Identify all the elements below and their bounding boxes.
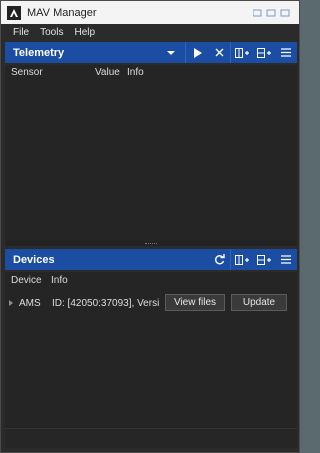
add-column-button[interactable] xyxy=(231,42,253,63)
panel-splitter[interactable] xyxy=(5,241,297,246)
app-logo-icon xyxy=(7,5,21,20)
menu-file[interactable]: File xyxy=(13,27,29,38)
devices-header: Devices xyxy=(5,249,297,270)
app-window: MAV Manager File Tools Help Telemetry Se… xyxy=(0,0,300,453)
view-files-button[interactable]: View files xyxy=(165,294,225,311)
telemetry-column-header: Sensor Value Info xyxy=(5,65,297,79)
play-button[interactable] xyxy=(186,42,208,63)
hamburger-menu-icon xyxy=(281,48,291,57)
device-info: ID: [42050:37093], Versi xyxy=(52,297,160,309)
telemetry-table[interactable]: Sensor Value Info xyxy=(5,65,297,241)
add-column-icon xyxy=(235,47,249,58)
add-row-icon xyxy=(257,47,271,58)
menu-bar: File Tools Help xyxy=(1,24,299,40)
telemetry-header: Telemetry xyxy=(5,42,297,63)
devices-table[interactable]: Device Info AMS ID: [42050:37093], Versi… xyxy=(5,272,297,428)
play-icon xyxy=(193,47,202,58)
devices-column-header: Device Info xyxy=(5,272,297,290)
devices-menu-button[interactable] xyxy=(275,249,297,270)
telemetry-title: Telemetry xyxy=(13,46,65,59)
telemetry-dropdown-icon[interactable] xyxy=(167,50,175,55)
refresh-icon xyxy=(214,254,225,265)
devices-add-column-button[interactable] xyxy=(231,249,253,270)
hamburger-menu-icon xyxy=(281,255,291,264)
status-bar xyxy=(5,428,297,448)
close-button[interactable] xyxy=(208,42,230,63)
device-name: AMS xyxy=(19,297,41,309)
column-sensor[interactable]: Sensor xyxy=(11,67,43,78)
refresh-button[interactable] xyxy=(208,249,230,270)
column-info[interactable]: Info xyxy=(127,67,144,78)
update-button[interactable]: Update xyxy=(231,294,287,311)
background-window-peek xyxy=(253,1,299,24)
add-column-icon xyxy=(235,254,249,265)
column-info[interactable]: Info xyxy=(51,275,68,286)
expand-arrow-icon[interactable] xyxy=(9,300,13,306)
column-device[interactable]: Device xyxy=(11,275,42,286)
device-row[interactable]: AMS ID: [42050:37093], Versi View files … xyxy=(5,294,297,312)
add-row-button[interactable] xyxy=(253,42,275,63)
menu-help[interactable]: Help xyxy=(74,27,95,38)
telemetry-menu-button[interactable] xyxy=(275,42,297,63)
window-title: MAV Manager xyxy=(27,6,97,19)
devices-add-row-button[interactable] xyxy=(253,249,275,270)
title-bar[interactable]: MAV Manager xyxy=(1,1,299,24)
add-row-icon xyxy=(257,254,271,265)
devices-title: Devices xyxy=(13,253,55,266)
close-icon xyxy=(215,48,223,57)
menu-tools[interactable]: Tools xyxy=(40,27,63,38)
column-value[interactable]: Value xyxy=(95,67,120,78)
